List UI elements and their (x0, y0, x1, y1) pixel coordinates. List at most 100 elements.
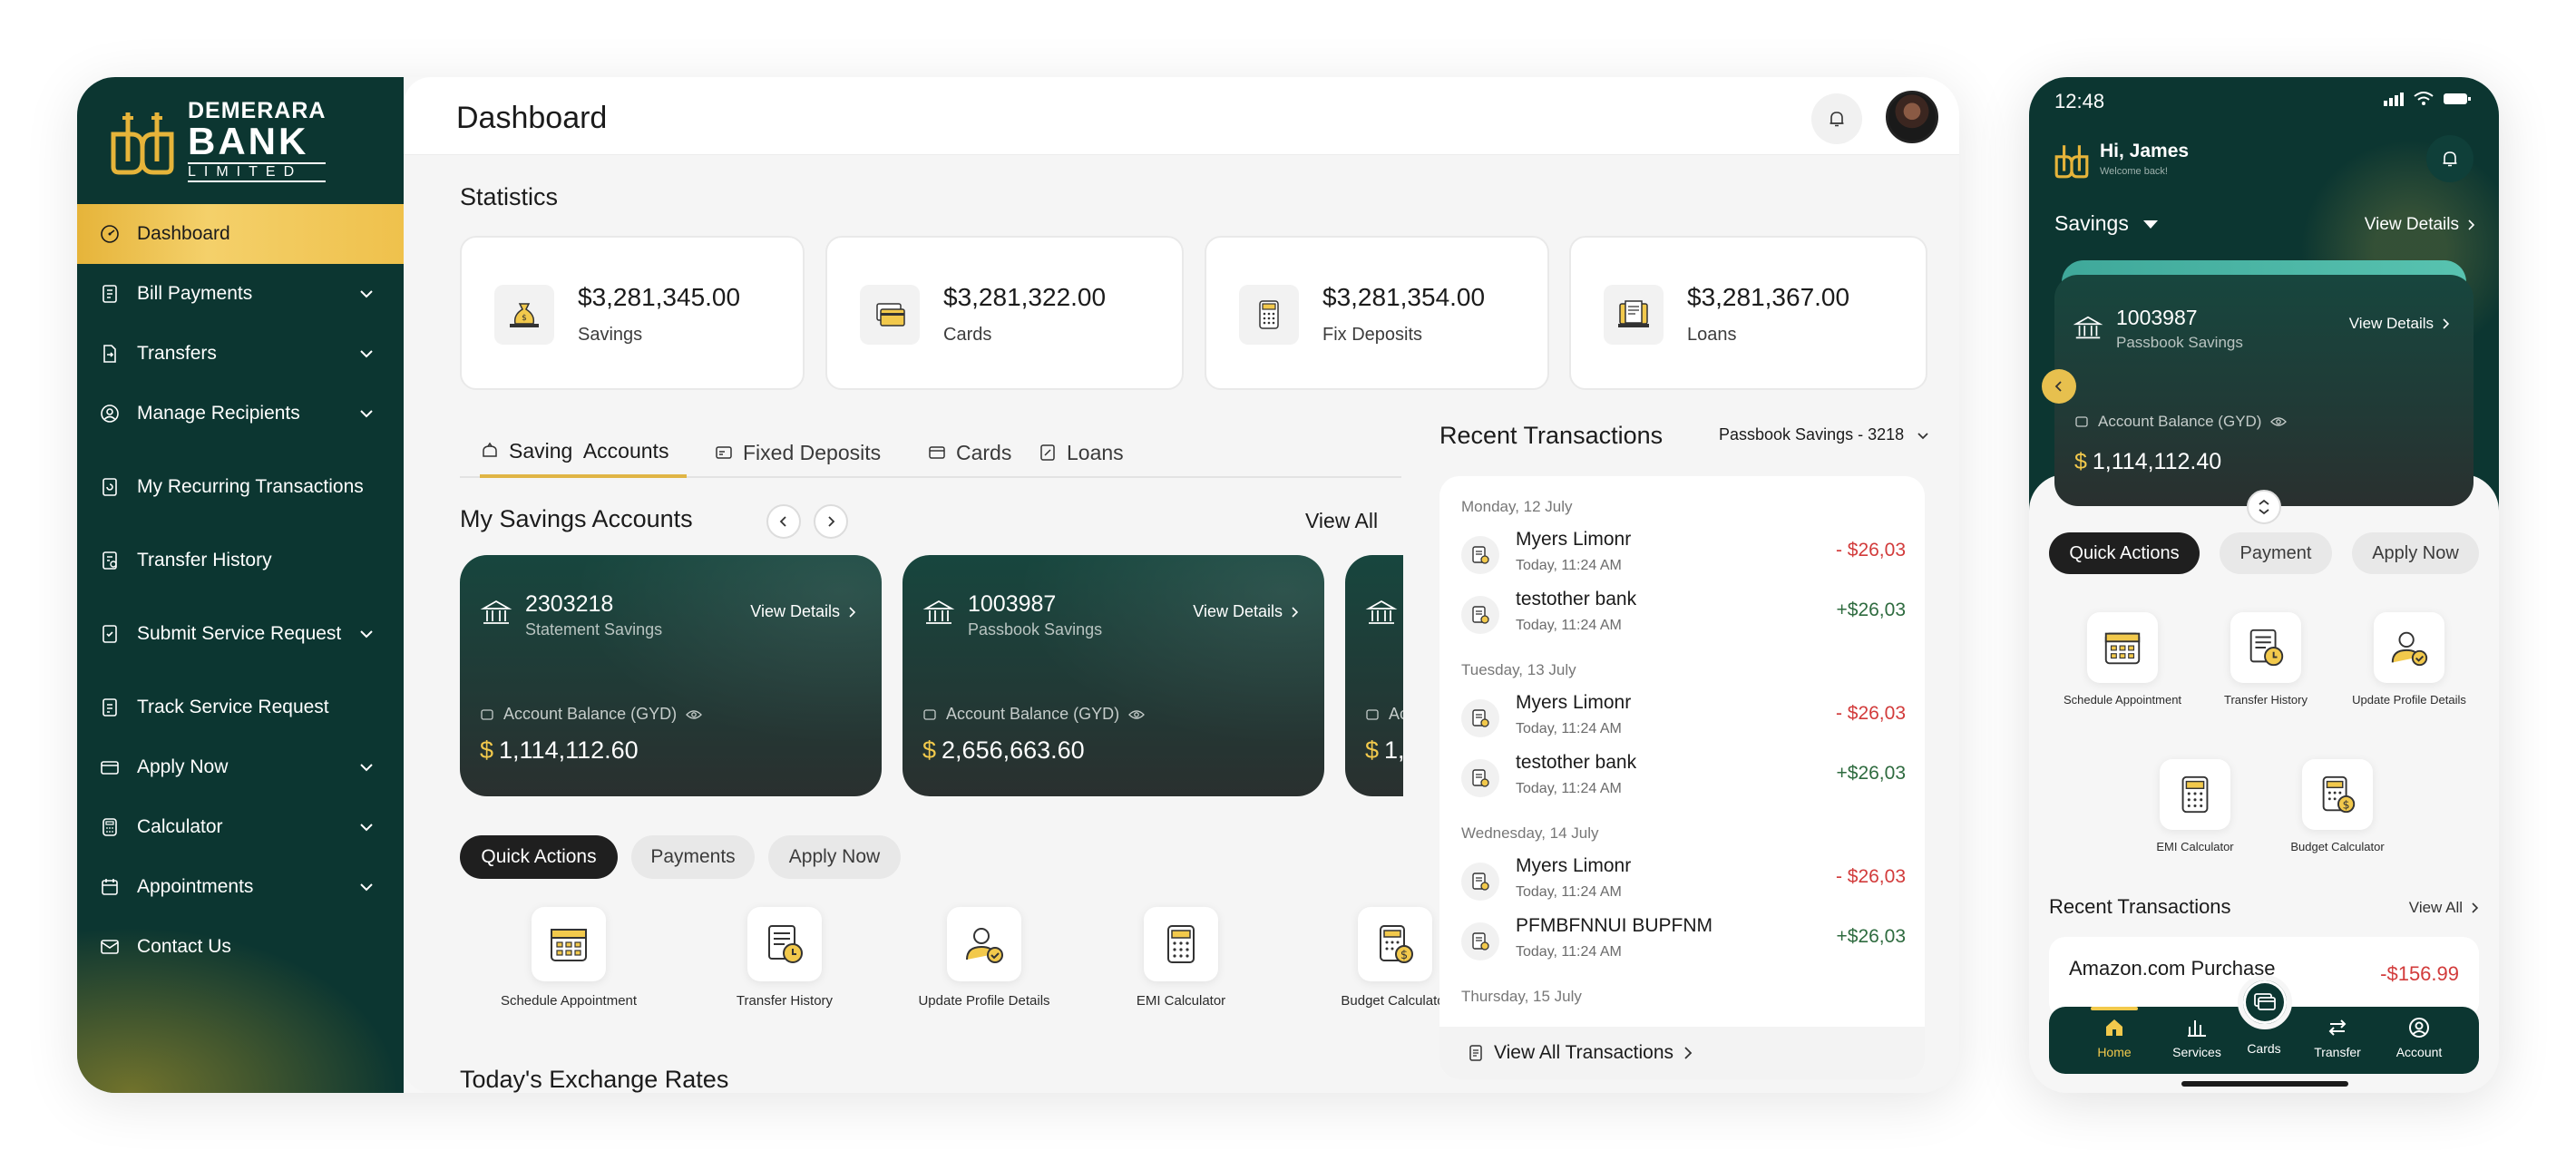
view-details-label: View Details (750, 602, 840, 620)
transaction-row[interactable]: testother bank Today, 11:24 AM +$26,03 (1461, 589, 1906, 639)
mobile-payment-tab[interactable]: Payment (2220, 532, 2332, 574)
account-type-dropdown[interactable]: Savings (2054, 211, 2160, 236)
quick-action-emi-calculator[interactable]: EMI Calculator (1099, 907, 1263, 1010)
transaction-row[interactable]: testother bank Today, 11:24 AM +$26,03 (1461, 752, 1906, 803)
sidebar-item-track-service-request[interactable]: Track Service Request (77, 678, 404, 737)
transaction-date: Monday, 12 July (1461, 498, 1573, 515)
quick-action-transfer-history[interactable]: Transfer History (703, 907, 866, 1010)
sidebar-item-contact-us[interactable]: Contact Us (77, 917, 404, 977)
mobile-quick-actions-tab[interactable]: Quick Actions (2049, 532, 2200, 574)
quick-action-update-profile[interactable]: Update Profile Details (903, 907, 1066, 1010)
view-details-label: View Details (2364, 215, 2459, 234)
sidebar-item-apply-now[interactable]: Apply Now (77, 737, 404, 797)
mobile-account-card[interactable]: 1003987 Passbook Savings View Details Ac… (2054, 275, 2474, 506)
eye-icon[interactable] (686, 708, 703, 721)
cards-fab-button[interactable] (2238, 975, 2292, 1029)
active-tab-indicator (2091, 1007, 2138, 1010)
sidebar-nav: Dashboard Bill Payments Transfers Manage… (77, 204, 404, 977)
expand-card-button[interactable] (2247, 490, 2281, 524)
transaction-row[interactable]: Myers Limonr Today, 11:24 AM - $26,03 (1461, 692, 1906, 743)
stat-card-savings[interactable]: $ $3,281,345.00 Savings (460, 236, 805, 390)
caret-down-icon (2142, 219, 2158, 229)
eye-icon[interactable] (2270, 415, 2288, 428)
bank-logo[interactable]: DEMERARA BANK LIMITED (106, 100, 327, 182)
transaction-row[interactable]: Myers Limonr Today, 11:24 AM - $26,03 (1461, 855, 1906, 906)
page-title: Dashboard (456, 101, 608, 135)
desktop-dashboard: DEMERARA BANK LIMITED Dashboard Bill Pay… (77, 77, 1959, 1093)
account-type: Passbook Savings (968, 620, 1103, 639)
sidebar-item-manage-recipients[interactable]: Manage Recipients (77, 384, 404, 444)
piggy-bank-icon (483, 442, 497, 457)
budget-calculator-icon: $ (1380, 925, 1413, 963)
tab-cards[interactable]: Cards (927, 427, 1011, 478)
view-details-link[interactable]: View Details (2349, 315, 2450, 333)
mobile-recent-view-all-link[interactable]: View All (2409, 899, 2479, 917)
payments-tab[interactable]: Payments (631, 835, 755, 879)
stat-amount: $3,281,322.00 (943, 283, 1107, 311)
bell-icon (2443, 151, 2457, 167)
mobile-quick-action-emi-calculator[interactable]: EMI Calculator (2127, 759, 2263, 854)
tab-services[interactable]: Services (2161, 1016, 2233, 1059)
bill-icon (102, 285, 117, 303)
quick-action-schedule-appointment[interactable]: Schedule Appointment (487, 907, 650, 1010)
account-filter-dropdown[interactable]: Passbook Savings - 3218 (1719, 425, 1931, 444)
sidebar-item-appointments[interactable]: Appointments (77, 857, 404, 917)
view-details-link[interactable]: View Details (750, 602, 856, 621)
sidebar-item-recurring-transactions[interactable]: My Recurring Transactions (77, 444, 404, 531)
mobile-apply-now-tab[interactable]: Apply Now (2352, 532, 2479, 574)
calculator-icon (2181, 775, 2209, 814)
sidebar-item-submit-service-request[interactable]: Submit Service Request (77, 590, 404, 678)
transaction-row[interactable]: PFMBFNNUI BUPFNM Today, 11:24 AM +$26,03 (1461, 915, 1906, 966)
account-card[interactable]: 1003987 Passbook Savings View Details Ac… (903, 555, 1324, 796)
account-card[interactable]: Ac $1,11 (1345, 555, 1403, 796)
tab-label: Loans (1067, 440, 1124, 464)
mobile-quick-action-budget-calculator[interactable]: $ Budget Calculator (2269, 759, 2405, 854)
chevron-down-icon (360, 350, 373, 358)
eye-icon[interactable] (1128, 708, 1146, 721)
tab-loans[interactable]: Loans (1038, 427, 1124, 478)
stat-card-fix-deposits[interactable]: $3,281,354.00 Fix Deposits (1205, 236, 1549, 390)
view-all-transactions-button[interactable]: View All Transactions (1439, 1027, 1925, 1079)
tab-transfer[interactable]: Transfer (2301, 1016, 2374, 1059)
sidebar-item-transfer-history[interactable]: Transfer History (77, 531, 404, 590)
mobile-view-details-link[interactable]: View Details (2365, 215, 2475, 235)
quick-actions-tab[interactable]: Quick Actions (460, 835, 618, 879)
calendar-icon (2104, 632, 2141, 665)
notifications-button[interactable] (1811, 93, 1862, 144)
account-number: 1003987 (968, 591, 1057, 617)
document-icon (1469, 1045, 1482, 1061)
savings-icon-box: $ (494, 285, 554, 345)
quick-action-label: Transfer History (2224, 693, 2308, 707)
account-balance: $2,656,663.60 (922, 736, 1085, 765)
chevron-right-icon (1684, 1047, 1693, 1059)
tab-account[interactable]: Account (2383, 1016, 2455, 1059)
sidebar-item-dashboard[interactable]: Dashboard (77, 204, 404, 264)
tab-home[interactable]: Home (2078, 1016, 2151, 1059)
stat-card-cards[interactable]: $3,281,322.00 Cards (825, 236, 1184, 390)
account-balance: $1,114,112.40 (2074, 449, 2221, 475)
stat-card-loans[interactable]: $3,281,367.00 Loans (1569, 236, 1927, 390)
view-all-label: View All (2408, 899, 2463, 916)
tab-saving-accounts[interactable]: Saving Accounts (480, 427, 687, 478)
sidebar-item-calculator[interactable]: Calculator (77, 797, 404, 857)
account-card[interactable]: 2303218 Statement Savings View Details A… (460, 555, 882, 796)
apply-now-tab[interactable]: Apply Now (768, 835, 901, 879)
mobile-quick-action-schedule-appointment[interactable]: Schedule Appointment (2054, 612, 2191, 707)
user-avatar[interactable] (1886, 91, 1938, 143)
sidebar-item-transfers[interactable]: Transfers (77, 324, 404, 384)
sidebar-item-bill-payments[interactable]: Bill Payments (77, 264, 404, 324)
view-details-link[interactable]: View Details (1193, 602, 1299, 621)
carousel-prev-button[interactable] (766, 504, 801, 539)
transaction-row[interactable]: Myers Limonr Today, 11:24 AM - $26,03 (1461, 529, 1906, 580)
savings-carousel: 2303218 Statement Savings View Details A… (460, 555, 1403, 796)
carousel-next-button[interactable] (814, 504, 848, 539)
mobile-quick-action-transfer-history[interactable]: Transfer History (2198, 612, 2334, 707)
tab-fixed-deposits[interactable]: Fixed Deposits (714, 427, 881, 478)
transaction-name: testother bank (1516, 752, 1637, 773)
card-prev-button[interactable] (2042, 369, 2076, 404)
sidebar-item-label: Transfers (137, 343, 217, 364)
tab-cards[interactable]: Cards (2228, 1041, 2300, 1056)
mobile-quick-action-update-profile[interactable]: Update Profile Details (2341, 612, 2477, 707)
mobile-notifications-button[interactable] (2426, 135, 2474, 182)
view-all-link[interactable]: View All (1305, 509, 1378, 533)
